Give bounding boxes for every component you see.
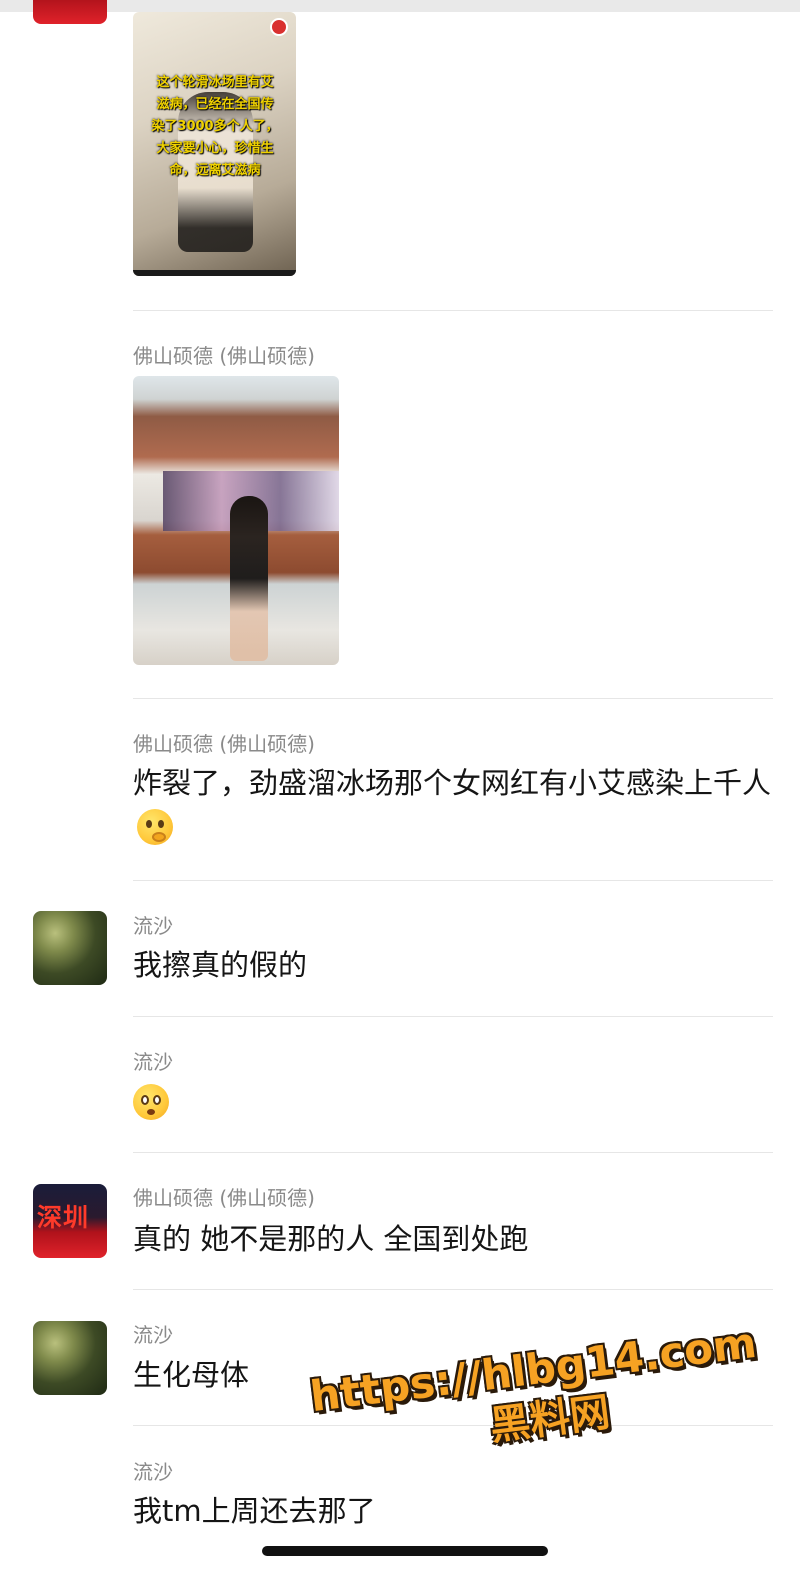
message-divider <box>133 1152 773 1153</box>
flushed-face-icon <box>133 1084 169 1120</box>
message-divider <box>133 1289 773 1290</box>
message-text: 炸裂了，劲盛溜冰场那个女网红有小艾感染上千人 <box>133 760 773 852</box>
record-icon <box>270 18 288 36</box>
sender-name: 流沙 <box>133 1323 173 1347</box>
sender-name: 流沙 <box>133 914 173 938</box>
sender-name: 佛山硕德 (佛山硕德) <box>133 732 315 756</box>
message-body: 炸裂了，劲盛溜冰场那个女网红有小艾感染上千人 <box>133 766 772 800</box>
home-indicator[interactable] <box>262 1546 548 1556</box>
avatar-liusha[interactable] <box>33 1321 107 1395</box>
avatar-foshan-top[interactable] <box>33 0 107 24</box>
message-text: 我擦真的假的 <box>133 948 308 982</box>
message-text: 我tm上周还去那了 <box>133 1494 376 1528</box>
avatar-foshan-text: 深圳 <box>37 1203 90 1232</box>
sender-name: 佛山硕德 (佛山硕德) <box>133 1186 315 1210</box>
photo-person <box>230 496 268 661</box>
message-divider <box>133 310 773 311</box>
watermark: https://hlbg14.com 黑料网 <box>307 1318 760 1473</box>
sender-name: 流沙 <box>133 1050 173 1074</box>
top-status-strip <box>0 0 800 12</box>
message-text: 真的 她不是那的人 全国到处跑 <box>133 1222 529 1256</box>
video-message-thumbnail[interactable]: 这个轮滑冰场里有艾滋病，已经在全国传染了3000多个人了，大家要小心，珍惜生命，… <box>133 12 296 276</box>
message-divider <box>133 880 773 881</box>
video-caption: 这个轮滑冰场里有艾滋病，已经在全国传染了3000多个人了，大家要小心，珍惜生命，… <box>151 75 279 178</box>
image-message-photo[interactable] <box>133 376 339 665</box>
message-divider <box>133 698 773 699</box>
sender-name: 佛山硕德 (佛山硕德) <box>133 344 315 368</box>
video-progress-bar <box>133 270 296 276</box>
message-divider <box>133 1016 773 1017</box>
avatar-liusha[interactable] <box>33 911 107 985</box>
sender-name: 流沙 <box>133 1460 173 1484</box>
face-with-hand-over-mouth-icon <box>137 809 173 845</box>
avatar-foshan[interactable]: 深圳 <box>33 1184 107 1258</box>
